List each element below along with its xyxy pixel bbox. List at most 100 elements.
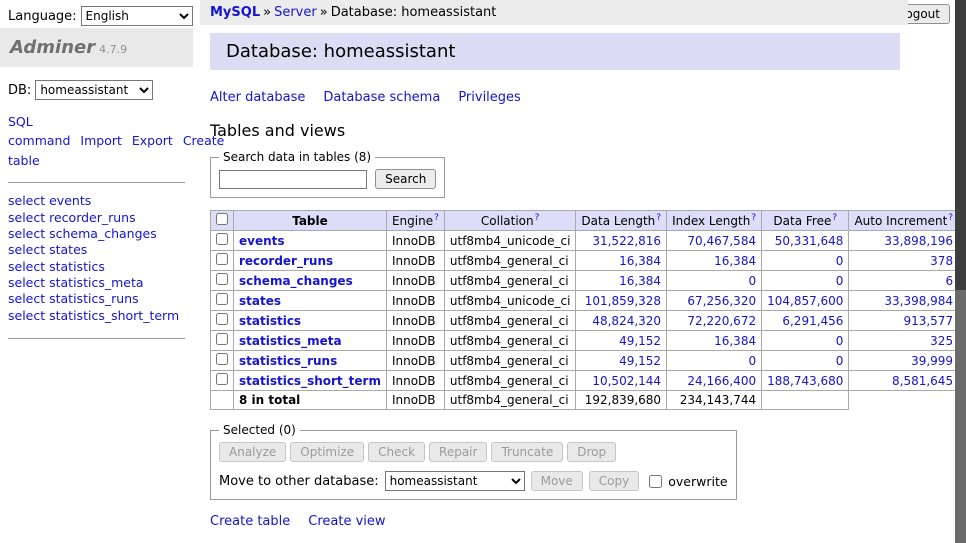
auto-increment-link-events[interactable]: 33,898,196	[884, 234, 953, 248]
auto-increment-link-schema-changes[interactable]: 6	[945, 274, 953, 288]
data-free-link-statistics[interactable]: 6,291,456	[782, 314, 843, 328]
data-free-link-recorder-runs[interactable]: 0	[836, 254, 844, 268]
sidebar-table-link-select-states[interactable]: select states	[8, 242, 185, 258]
table-link-statistics-meta[interactable]: statistics_meta	[239, 334, 342, 348]
table-link-recorder-runs[interactable]: recorder_runs	[239, 254, 333, 268]
search-button[interactable]: Search	[375, 169, 436, 189]
drop-button[interactable]: Drop	[567, 442, 616, 462]
data-free-link-events[interactable]: 50,331,648	[775, 234, 844, 248]
help-link[interactable]: ?	[434, 213, 439, 223]
db-action-alter-database[interactable]: Alter database	[210, 90, 305, 105]
select-all-checkbox[interactable]	[216, 213, 228, 225]
analyze-button[interactable]: Analyze	[219, 442, 286, 462]
row-checkbox-statistics[interactable]	[216, 313, 228, 325]
index-length-link-statistics-meta[interactable]: 16,384	[714, 334, 756, 348]
auto-increment-link-statistics[interactable]: 913,577	[903, 314, 953, 328]
breadcrumb-server-link[interactable]: Server	[274, 5, 317, 20]
row-checkbox-states[interactable]	[216, 293, 228, 305]
data-length-link-statistics-runs[interactable]: 49,152	[619, 354, 661, 368]
data-free-link-schema-changes[interactable]: 0	[836, 274, 844, 288]
help-link[interactable]: ?	[948, 213, 953, 223]
row-checkbox-events[interactable]	[216, 233, 228, 245]
row-checkbox-statistics-runs[interactable]	[216, 353, 228, 365]
table-link-statistics-short-term[interactable]: statistics_short_term	[239, 374, 381, 388]
move-button[interactable]: Move	[531, 471, 583, 491]
sidebar-link-export[interactable]: Export	[132, 133, 173, 148]
index-length-link-events[interactable]: 70,467,584	[687, 234, 756, 248]
table-row-statistics-short-term: statistics_short_termInnoDButf8mb4_gener…	[211, 371, 966, 391]
data-free-cell: 0	[762, 331, 849, 351]
auto-increment-link-statistics-runs[interactable]: 39,999	[911, 354, 953, 368]
create-link-create-table[interactable]: Create table	[210, 514, 290, 529]
auto-increment-link-recorder-runs[interactable]: 378	[930, 254, 953, 268]
optimize-button[interactable]: Optimize	[290, 442, 364, 462]
db-action-privileges[interactable]: Privileges	[458, 90, 521, 105]
sidebar-link-import[interactable]: Import	[80, 133, 122, 148]
row-checkbox-schema-changes[interactable]	[216, 273, 228, 285]
table-link-statistics[interactable]: statistics	[239, 314, 301, 328]
sidebar-table-link-select-statistics-meta[interactable]: select statistics_meta	[8, 275, 185, 291]
help-link[interactable]: ?	[535, 213, 540, 223]
data-length-link-states[interactable]: 101,859,328	[585, 294, 661, 308]
overwrite-checkbox[interactable]	[649, 475, 662, 488]
data-length-link-events[interactable]: 31,522,816	[592, 234, 661, 248]
index-length-link-schema-changes[interactable]: 0	[748, 274, 756, 288]
check-button[interactable]: Check	[368, 442, 425, 462]
search-input[interactable]	[219, 170, 367, 189]
create-link-create-view[interactable]: Create view	[308, 514, 385, 529]
data-free-link-states[interactable]: 104,857,600	[767, 294, 843, 308]
db-select[interactable]: homeassistant	[35, 80, 153, 100]
sidebar-table-link-select-statistics-short-term[interactable]: select statistics_short_term	[8, 308, 185, 324]
row-checkbox-statistics-meta[interactable]	[216, 333, 228, 345]
move-database-select[interactable]: homeassistant	[385, 471, 525, 491]
truncate-button[interactable]: Truncate	[491, 442, 563, 462]
data-free-cell: 6,291,456	[762, 311, 849, 331]
breadcrumb-mysql-link[interactable]: MySQL	[210, 5, 260, 20]
index-length-link-statistics[interactable]: 72,220,672	[687, 314, 756, 328]
data-free-link-statistics-meta[interactable]: 0	[836, 334, 844, 348]
table-row-events: eventsInnoDButf8mb4_unicode_ci31,522,816…	[211, 231, 966, 251]
table-link-events[interactable]: events	[239, 234, 285, 248]
table-link-statistics-runs[interactable]: statistics_runs	[239, 354, 337, 368]
index-length-link-statistics-short-term[interactable]: 24,166,400	[687, 374, 756, 388]
repair-button[interactable]: Repair	[429, 442, 487, 462]
column-header-engine: Engine?	[386, 211, 444, 231]
data-length-link-schema-changes[interactable]: 16,384	[619, 274, 661, 288]
auto-increment-link-statistics-meta[interactable]: 325	[930, 334, 953, 348]
table-link-schema-changes[interactable]: schema_changes	[239, 274, 353, 288]
auto-increment-link-statistics-short-term[interactable]: 8,581,645	[892, 374, 953, 388]
data-free-link-statistics-runs[interactable]: 0	[836, 354, 844, 368]
data-length-link-statistics-short-term[interactable]: 10,502,144	[592, 374, 661, 388]
sidebar-table-link-select-recorder-runs[interactable]: select recorder_runs	[8, 210, 185, 226]
overwrite-option[interactable]: overwrite	[645, 472, 727, 491]
sidebar-table-link-select-events[interactable]: select events	[8, 193, 185, 209]
sidebar-table-link-select-schema-changes[interactable]: select schema_changes	[8, 226, 185, 242]
index-length-link-recorder-runs[interactable]: 16,384	[714, 254, 756, 268]
auto-increment-cell: 8,581,645	[849, 371, 959, 391]
table-link-states[interactable]: states	[239, 294, 281, 308]
copy-button[interactable]: Copy	[589, 471, 639, 491]
auto-increment-link-states[interactable]: 33,398,984	[884, 294, 953, 308]
data-length-link-statistics-meta[interactable]: 49,152	[619, 334, 661, 348]
sidebar-table-link-select-statistics-runs[interactable]: select statistics_runs	[8, 291, 185, 307]
language-select[interactable]: English	[81, 6, 193, 26]
row-checkbox-recorder-runs[interactable]	[216, 253, 228, 265]
row-checkbox-statistics-short-term[interactable]	[216, 373, 228, 385]
sidebar-link-sql-command[interactable]: SQL command	[8, 114, 70, 148]
index-length-link-statistics-runs[interactable]: 0	[748, 354, 756, 368]
row-check-cell	[211, 331, 234, 351]
sidebar-table-link-select-statistics[interactable]: select statistics	[8, 259, 185, 275]
data-length-link-recorder-runs[interactable]: 16,384	[619, 254, 661, 268]
total-empty-cell	[849, 391, 959, 410]
help-link[interactable]: ?	[656, 213, 661, 223]
db-action-database-schema[interactable]: Database schema	[323, 90, 440, 105]
index-length-link-states[interactable]: 67,256,320	[687, 294, 756, 308]
data-free-link-statistics-short-term[interactable]: 188,743,680	[767, 374, 843, 388]
language-label: Language:	[8, 9, 77, 24]
help-link[interactable]: ?	[751, 213, 756, 223]
scrollbar[interactable]	[955, 0, 966, 543]
data-free-cell: 50,331,648	[762, 231, 849, 251]
help-link[interactable]: ?	[832, 213, 837, 223]
data-length-link-statistics[interactable]: 48,824,320	[592, 314, 661, 328]
scrollbar-thumb[interactable]	[955, 0, 966, 290]
